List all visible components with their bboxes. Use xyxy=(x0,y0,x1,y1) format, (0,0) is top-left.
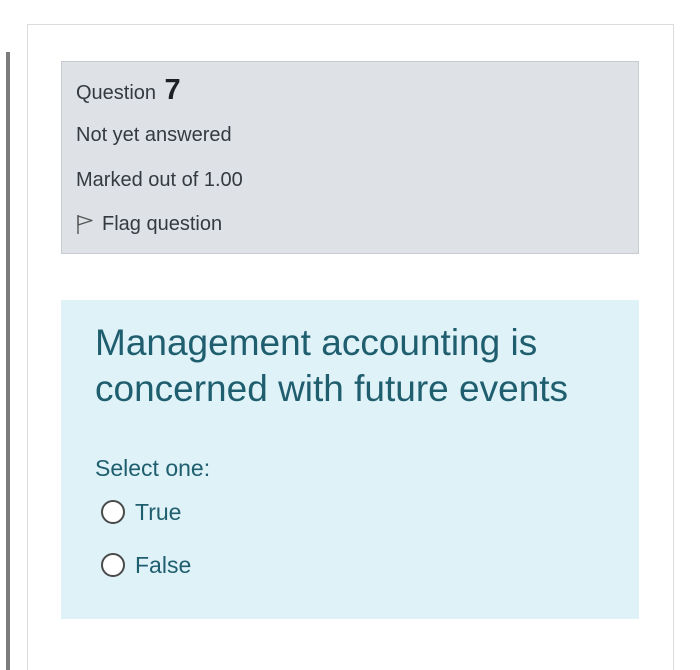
select-one-prompt: Select one: xyxy=(95,455,211,481)
question-number: 7 xyxy=(164,74,181,106)
answer-label-false[interactable]: False xyxy=(135,550,191,580)
question-label: Question xyxy=(76,82,157,104)
question-text: Management accounting is concerned with … xyxy=(95,322,569,409)
left-border-rule xyxy=(6,52,10,670)
answer-option-false[interactable]: False xyxy=(101,550,191,580)
answer-label-true[interactable]: True xyxy=(135,497,181,527)
question-state: Not yet answered xyxy=(76,124,232,146)
question-content-panel: Management accounting is concerned with … xyxy=(61,300,639,619)
answer-option-true[interactable]: True xyxy=(101,497,181,527)
flag-question-link[interactable]: Flag question xyxy=(76,211,222,237)
flag-question-label: Flag question xyxy=(102,213,223,235)
question-grade: Marked out of 1.00 xyxy=(76,169,243,191)
radio-button-true[interactable] xyxy=(101,500,125,524)
radio-button-false[interactable] xyxy=(101,553,125,577)
question-info-panel: Question 7 Not yet answered Marked out o… xyxy=(61,61,639,254)
question-number-line: Question 7 xyxy=(76,75,181,110)
quiz-page: Question 7 Not yet answered Marked out o… xyxy=(0,0,700,670)
flag-outline-icon xyxy=(76,213,94,235)
